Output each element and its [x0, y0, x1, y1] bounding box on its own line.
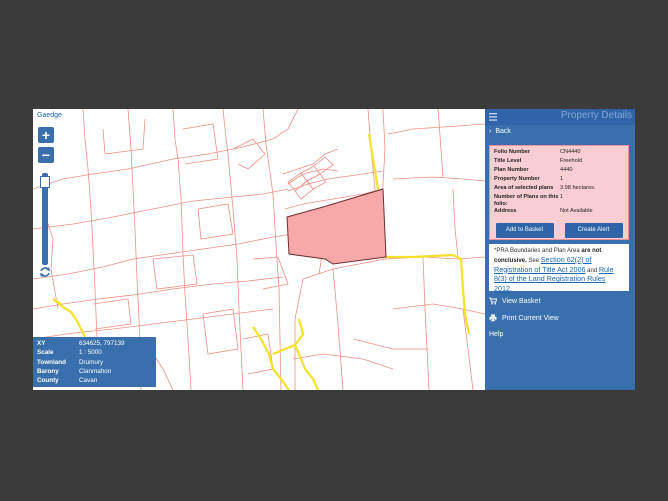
- zoom-in-button[interactable]: +: [38, 127, 54, 143]
- brand-label: Gaedge: [37, 112, 62, 119]
- back-label: Back: [495, 128, 511, 135]
- help-link[interactable]: Help: [489, 331, 503, 338]
- view-basket-link[interactable]: View Basket: [489, 297, 540, 305]
- disclaimer-note: *PRA Boundaries and Plan Area are not co…: [489, 244, 629, 293]
- info-row-county: County Cavan: [37, 377, 98, 385]
- chevron-right-icon: ›: [489, 128, 492, 135]
- location-info-box: XY 634625, 797139 Scale 1 : 5000 Townland D…: [33, 337, 156, 387]
- property-details-box: Folio Number CN4440 Title Level Freehold P…: [489, 145, 629, 240]
- menu-icon[interactable]: [489, 112, 499, 122]
- info-row-townland: Townland Drumury: [37, 358, 104, 366]
- info-row-xy: XY 634625, 797139: [37, 340, 125, 347]
- detail-row: Area of selected plans 3.98 hectares.: [494, 185, 596, 191]
- detail-row: Plan Number 4440: [494, 167, 573, 173]
- map-view[interactable]: Gaedge + − XY 634625, 797139 Scale 1 : 500…: [33, 109, 485, 390]
- print-view-link[interactable]: Print Current View: [489, 314, 559, 322]
- property-panel: Property Details › Back Folio Number CN444…: [485, 109, 635, 390]
- detail-row: Folio Number CN4440: [494, 149, 581, 155]
- info-row-barony: Barony Clanmahon: [37, 367, 112, 375]
- info-row-scale: Scale 1 : 5000: [37, 349, 102, 357]
- details-actions: Add to Basket Create Alert: [490, 223, 628, 238]
- add-to-basket-button[interactable]: Add to Basket: [495, 223, 554, 238]
- zoom-out-button[interactable]: −: [38, 147, 54, 163]
- selected-parcel[interactable]: [286, 188, 387, 265]
- create-alert-button[interactable]: Create Alert: [564, 223, 623, 238]
- panel-title: Property Details: [560, 110, 632, 121]
- refresh-icon[interactable]: [39, 266, 51, 278]
- detail-row: Number of Plans on this folio: 1: [494, 194, 564, 207]
- zoom-slider-thumb[interactable]: [40, 176, 50, 188]
- detail-row: Address Not Available: [494, 208, 593, 214]
- panel-header: Property Details: [485, 109, 635, 125]
- detail-row: Property Number 1: [494, 176, 564, 182]
- app-window: Gaedge + − XY 634625, 797139 Scale 1 : 500…: [33, 109, 635, 390]
- basket-icon: [489, 297, 497, 305]
- print-icon: [489, 314, 497, 322]
- back-link[interactable]: › Back: [489, 128, 511, 135]
- detail-row: Title Level Freehold: [494, 158, 583, 164]
